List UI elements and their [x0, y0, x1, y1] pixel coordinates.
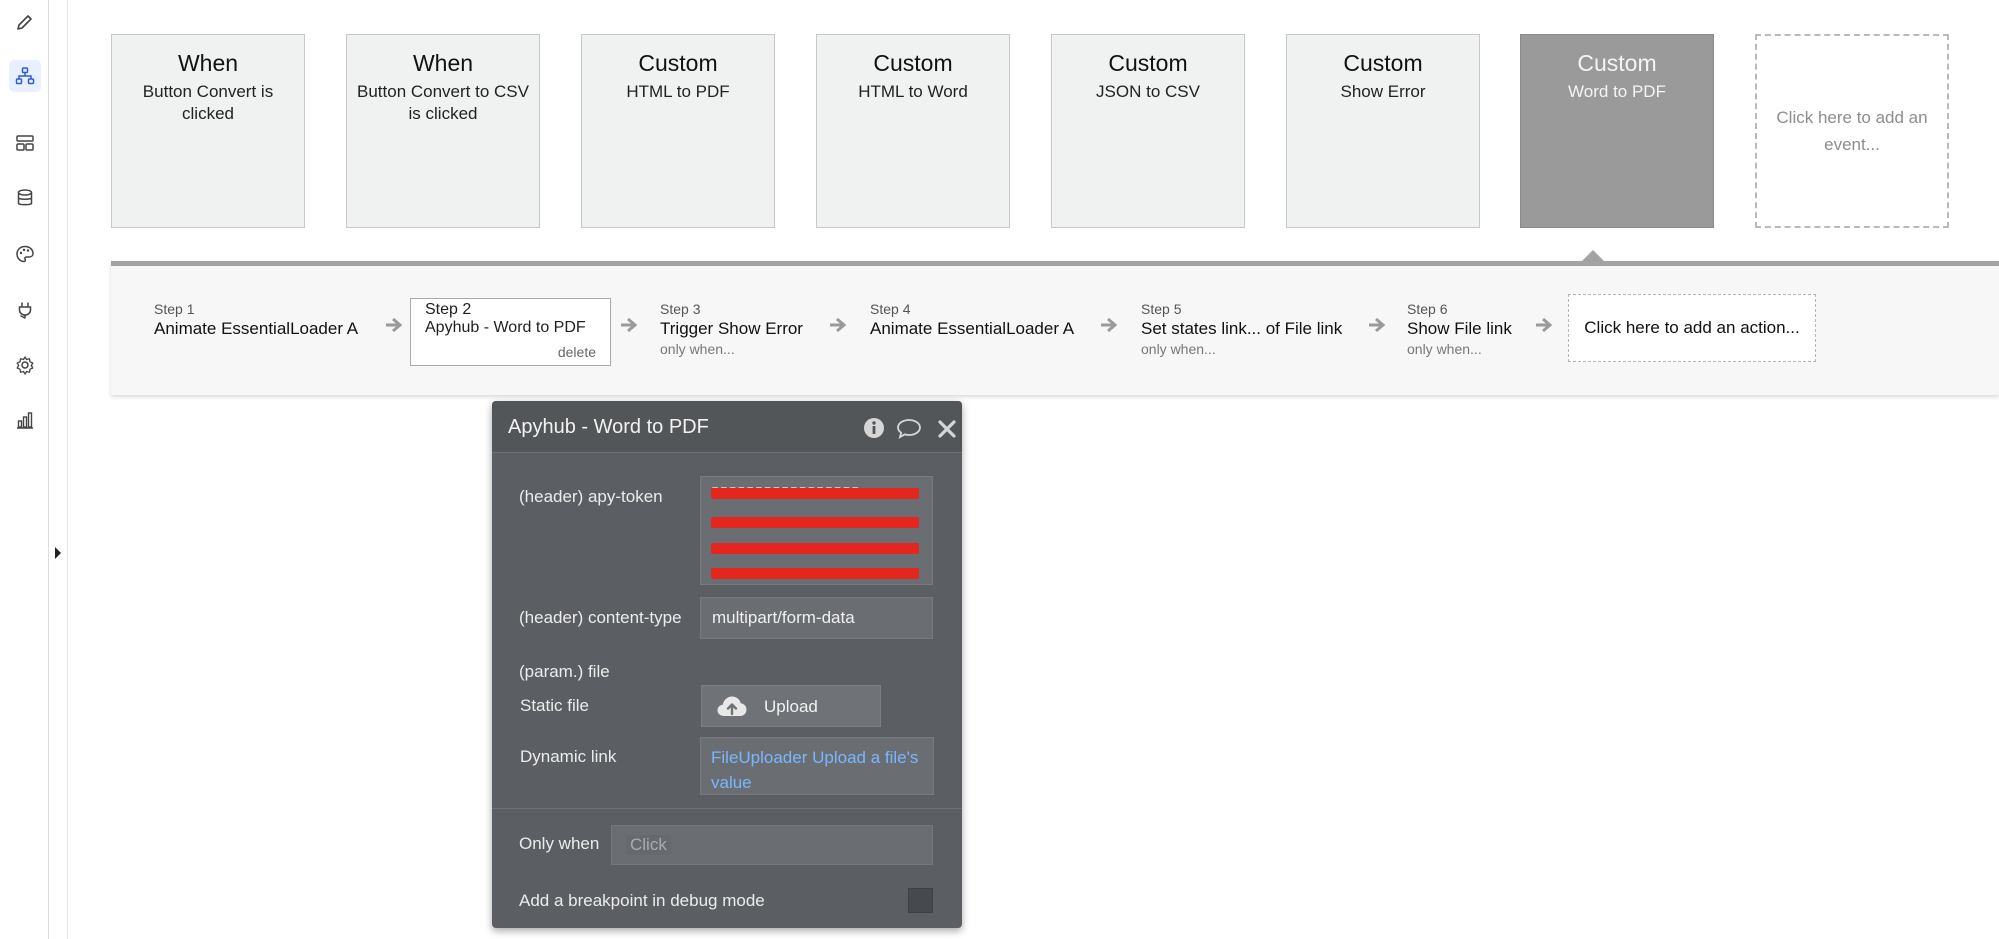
step-condition: only when...	[1407, 341, 1482, 357]
step-4[interactable]: Step 4 Animate EssentialLoader A	[870, 300, 1074, 340]
plugin-icon[interactable]	[9, 294, 41, 326]
step-label: Step 6	[1407, 301, 1448, 317]
content-type-label: (header) content-type	[519, 608, 682, 627]
event-name: HTML to PDF	[626, 82, 730, 101]
content-type-input[interactable]: multipart/form-data	[700, 597, 933, 639]
event-kind: Custom	[873, 50, 953, 76]
event-name: Word to PDF	[1568, 82, 1666, 101]
event-card[interactable]: Custom HTML to PDF	[581, 34, 775, 228]
upload-button[interactable]: Upload	[701, 685, 881, 727]
step-name: Set states link... of File link	[1141, 319, 1343, 338]
only-when-label: Only when	[519, 834, 600, 853]
panel-title: Apyhub - Word to PDF	[508, 416, 709, 438]
apy-token-label: (header) apy-token	[519, 487, 663, 506]
action-property-editor: Apyhub - Word to PDF (header) apy-token …	[492, 401, 962, 928]
step-condition: only when...	[1141, 341, 1216, 357]
arrow-right-icon	[386, 317, 403, 333]
step-name: Apyhub - Word to PDF	[425, 319, 586, 336]
selected-event-caret	[1582, 250, 1604, 261]
cloud-upload-icon	[717, 696, 747, 716]
event-card[interactable]: When Button Convert is clicked	[111, 34, 305, 228]
step-name: Animate EssentialLoader A	[154, 319, 359, 338]
apy-token-input[interactable]: ▯▯▯▯▯▯▯▯▯▯▯▯▯▯▯▯▯	[700, 476, 933, 585]
step-1[interactable]: Step 1 Animate EssentialLoader A	[154, 300, 358, 340]
add-action-button[interactable]: Click here to add an action...	[1568, 294, 1816, 362]
add-event-button[interactable]: Click here to add an event...	[1755, 34, 1949, 228]
event-name: Button Convert to CSV is clicked	[357, 82, 529, 123]
chart-icon[interactable]	[9, 404, 41, 436]
arrow-right-icon	[1369, 317, 1386, 333]
arrow-right-icon	[621, 317, 638, 333]
event-name: Button Convert is clicked	[142, 82, 274, 123]
dynamic-link-label: Dynamic link	[520, 747, 617, 766]
event-name: JSON to CSV	[1096, 82, 1200, 101]
palette-icon[interactable]	[9, 238, 41, 270]
info-icon[interactable]	[863, 417, 885, 439]
panel-divider	[492, 808, 962, 809]
settings-icon[interactable]	[9, 349, 41, 381]
event-card[interactable]: When Button Convert to CSV is clicked	[346, 34, 540, 228]
event-kind: When	[412, 50, 474, 76]
step-label: Step 1	[154, 301, 195, 317]
event-name: HTML to Word	[858, 82, 968, 101]
event-card-selected[interactable]: Custom Word to PDF	[1520, 34, 1714, 228]
static-file-label: Static file	[520, 696, 589, 715]
step-2-selected[interactable]: Step 2 Apyhub - Word to PDF delete	[410, 298, 611, 366]
step-name: Animate EssentialLoader A	[870, 319, 1075, 338]
event-kind: Custom	[638, 50, 718, 76]
step-label: Step 2	[425, 301, 472, 318]
workflow-icon[interactable]	[9, 60, 41, 92]
step-label: Step 3	[660, 301, 701, 317]
breakpoint-checkbox[interactable]	[908, 888, 933, 913]
panel-header[interactable]: Apyhub - Word to PDF	[492, 401, 962, 453]
event-card[interactable]: Custom JSON to CSV	[1051, 34, 1245, 228]
left-sidebar	[0, 0, 49, 939]
event-name: Show Error	[1340, 82, 1426, 101]
arrow-right-icon	[830, 317, 847, 333]
redaction-bar	[711, 517, 919, 528]
step-6[interactable]: Step 6 Show File link only when...	[1407, 300, 1512, 358]
event-kind: Custom	[1577, 50, 1657, 76]
step-5[interactable]: Step 5 Set states link... of File link o…	[1141, 300, 1342, 358]
canvas-divider	[67, 0, 68, 939]
step-name: Show File link	[1407, 319, 1512, 338]
content-type-value: multipart/form-data	[712, 608, 855, 627]
dynamic-link-expression[interactable]: FileUploader Upload a file's value	[700, 737, 934, 795]
event-card[interactable]: Custom Show Error	[1286, 34, 1480, 228]
redaction-bar	[711, 568, 919, 579]
database-icon[interactable]	[9, 182, 41, 214]
event-kind: When	[177, 50, 239, 76]
comment-icon[interactable]	[896, 417, 922, 439]
redaction-bar	[711, 543, 919, 554]
step-3[interactable]: Step 3 Trigger Show Error only when...	[660, 300, 803, 358]
only-when-input[interactable]: Click	[611, 825, 933, 865]
event-kind: Custom	[1343, 50, 1423, 76]
redaction-bar	[711, 488, 919, 499]
upload-label: Upload	[764, 697, 818, 716]
step-condition: only when...	[660, 341, 735, 357]
only-when-placeholder: Click	[626, 835, 671, 855]
step-label: Step 4	[870, 301, 911, 317]
event-card[interactable]: Custom HTML to Word	[816, 34, 1010, 228]
arrow-right-icon	[1536, 317, 1553, 333]
delete-step-link[interactable]: delete	[558, 344, 596, 360]
step-label: Step 5	[1141, 301, 1182, 317]
pencil-icon[interactable]	[9, 6, 41, 38]
step-name: Trigger Show Error	[660, 319, 803, 338]
close-icon[interactable]	[938, 417, 956, 439]
breakpoint-label: Add a breakpoint in debug mode	[519, 891, 765, 910]
file-param-label: (param.) file	[519, 662, 610, 681]
data-types-icon[interactable]	[9, 127, 41, 159]
expand-arrow-icon[interactable]	[53, 546, 63, 560]
arrow-right-icon	[1101, 317, 1118, 333]
event-kind: Custom	[1108, 50, 1188, 76]
